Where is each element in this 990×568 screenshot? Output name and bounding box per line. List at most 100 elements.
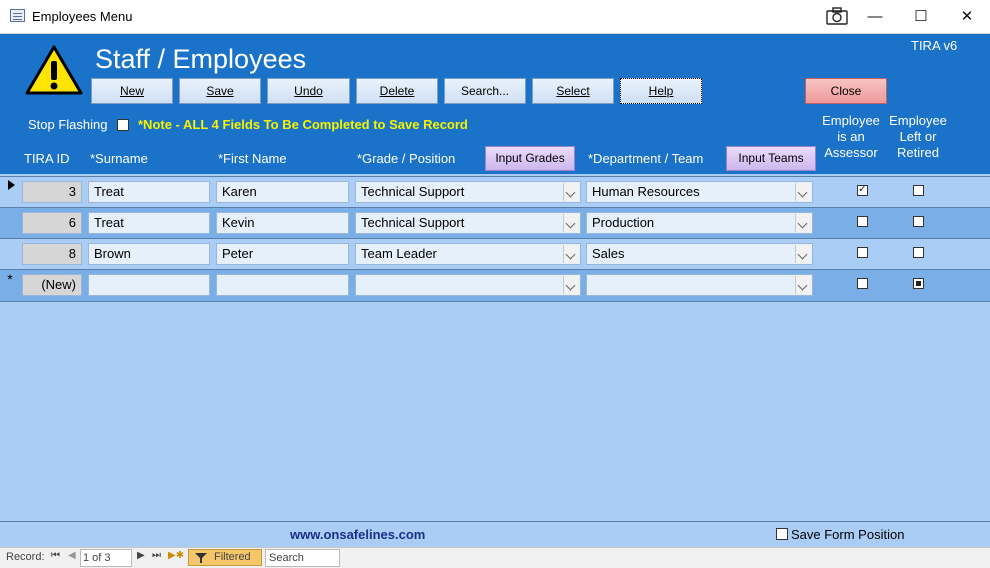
assessor-checkbox[interactable] [857, 247, 868, 258]
first-name-field[interactable] [216, 274, 349, 296]
surname-field[interactable]: Treat [88, 212, 210, 234]
department-value: Human Resources [592, 184, 700, 199]
grade-combo[interactable]: Team Leader [355, 243, 581, 265]
department-combo[interactable]: Production [586, 212, 813, 234]
tira-id-cell: 6 [22, 212, 82, 234]
chevron-down-icon[interactable] [795, 276, 811, 294]
website-link[interactable]: www.onsafelines.com [290, 527, 425, 542]
col-assessor-line1: Employee [822, 113, 880, 128]
col-left: Employee Left or Retired [885, 113, 951, 161]
chevron-down-icon[interactable] [795, 245, 811, 263]
chevron-down-icon[interactable] [563, 276, 579, 294]
new-row-selector[interactable]: * [1, 270, 19, 300]
department-combo[interactable]: Sales [586, 243, 813, 265]
title-bar: Employees Menu — ☐ ✕ [0, 0, 990, 34]
col-assessor-line3: Assessor [824, 145, 878, 160]
surname-field[interactable] [88, 274, 210, 296]
col-first-name: *First Name [218, 151, 287, 166]
close-button[interactable]: Close [805, 78, 887, 104]
window-title: Employees Menu [32, 9, 133, 24]
close-window-button[interactable]: ✕ [944, 0, 990, 33]
grade-combo[interactable] [355, 274, 581, 296]
left-checkbox[interactable] [913, 216, 924, 227]
assessor-checkbox[interactable] [857, 278, 868, 289]
col-left-line2: Left or [899, 129, 937, 144]
chevron-down-icon[interactable] [795, 214, 811, 232]
grade-value: Team Leader [361, 246, 437, 261]
help-button[interactable]: Help [620, 78, 702, 104]
input-teams-button[interactable]: Input Teams [726, 146, 816, 171]
col-left-line1: Employee [889, 113, 947, 128]
search-button[interactable]: Search... [444, 78, 526, 104]
surname-field[interactable]: Brown [88, 243, 210, 265]
table-row[interactable]: 3 Treat Karen Technical Support Human Re… [0, 176, 990, 208]
table-row[interactable]: 6 Treat Kevin Technical Support Producti… [0, 207, 990, 239]
surname-field[interactable]: Treat [88, 181, 210, 203]
filter-icon [195, 553, 207, 563]
department-combo[interactable] [586, 274, 813, 296]
save-position-checkbox[interactable] [776, 528, 788, 540]
assessor-checkbox[interactable] [857, 216, 868, 227]
filter-toggle[interactable]: Filtered [188, 549, 262, 566]
record-navigator: Record: ⏮ ◀ 1 of 3 ▶ ⏭ ▶✱ Filtered Searc… [0, 547, 990, 568]
assessor-checkbox[interactable] [857, 182, 868, 196]
row-selector[interactable] [1, 177, 19, 207]
department-value: Sales [592, 246, 625, 261]
col-grade: *Grade / Position [357, 151, 456, 166]
record-label: Record: [6, 551, 45, 563]
employee-datasheet: 3 Treat Karen Technical Support Human Re… [0, 176, 990, 302]
last-record-icon[interactable]: ⏭ [152, 550, 161, 561]
first-name-field[interactable]: Kevin [216, 212, 349, 234]
save-position-label: Save Form Position [791, 527, 905, 542]
stop-flashing-checkbox[interactable] [117, 119, 129, 131]
undo-button[interactable]: Undo [267, 78, 350, 104]
col-surname: *Surname [90, 151, 148, 166]
warning-icon [25, 45, 83, 95]
tira-id-cell: (New) [22, 274, 82, 296]
new-record-row[interactable]: * (New) [0, 269, 990, 302]
footer-divider [0, 521, 990, 522]
col-tira-id: TIRA ID [24, 151, 70, 166]
minimize-button[interactable]: — [852, 0, 898, 33]
save-button[interactable]: Save [179, 78, 261, 104]
page-title: Staff / Employees [95, 44, 307, 74]
first-name-field[interactable]: Karen [216, 181, 349, 203]
form-icon [10, 9, 25, 22]
first-record-icon[interactable]: ⏮ [51, 550, 60, 561]
input-grades-button[interactable]: Input Grades [485, 146, 575, 171]
delete-button[interactable]: Delete [356, 78, 438, 104]
grade-value: Technical Support [361, 215, 465, 230]
left-checkbox[interactable] [913, 247, 924, 258]
left-checkbox[interactable] [913, 278, 924, 289]
col-department: *Department / Team [588, 151, 704, 166]
left-checkbox[interactable] [913, 185, 924, 196]
search-field[interactable]: Search [265, 549, 340, 567]
row-selector[interactable] [1, 208, 19, 238]
filtered-label: Filtered [214, 551, 251, 563]
record-position-field[interactable]: 1 of 3 [80, 549, 132, 567]
next-record-icon[interactable]: ▶ [137, 550, 145, 561]
col-assessor-line2: is an [837, 129, 865, 144]
maximize-button[interactable]: ☐ [898, 0, 944, 33]
department-combo[interactable]: Human Resources [586, 181, 813, 203]
chevron-down-icon[interactable] [563, 245, 579, 263]
grade-combo[interactable]: Technical Support [355, 212, 581, 234]
col-left-line3: Retired [897, 145, 939, 160]
previous-record-icon[interactable]: ◀ [68, 550, 76, 561]
row-selector[interactable] [1, 239, 19, 269]
chevron-down-icon[interactable] [563, 183, 579, 201]
chevron-down-icon[interactable] [795, 183, 811, 201]
select-button[interactable]: Select [532, 78, 614, 104]
table-row[interactable]: 8 Brown Peter Team Leader Sales [0, 238, 990, 270]
tira-id-cell: 3 [22, 181, 82, 203]
department-value: Production [592, 215, 655, 230]
chevron-down-icon[interactable] [563, 214, 579, 232]
col-assessor: Employee is an Assessor [818, 113, 884, 161]
grade-combo[interactable]: Technical Support [355, 181, 581, 203]
new-button[interactable]: New [91, 78, 173, 104]
grade-value: Technical Support [361, 184, 465, 199]
first-name-field[interactable]: Peter [216, 243, 349, 265]
version-label: TIRA v6 [911, 38, 958, 53]
note-text: *Note - ALL 4 Fields To Be Completed to … [138, 117, 468, 132]
new-record-icon[interactable]: ▶✱ [168, 550, 184, 561]
